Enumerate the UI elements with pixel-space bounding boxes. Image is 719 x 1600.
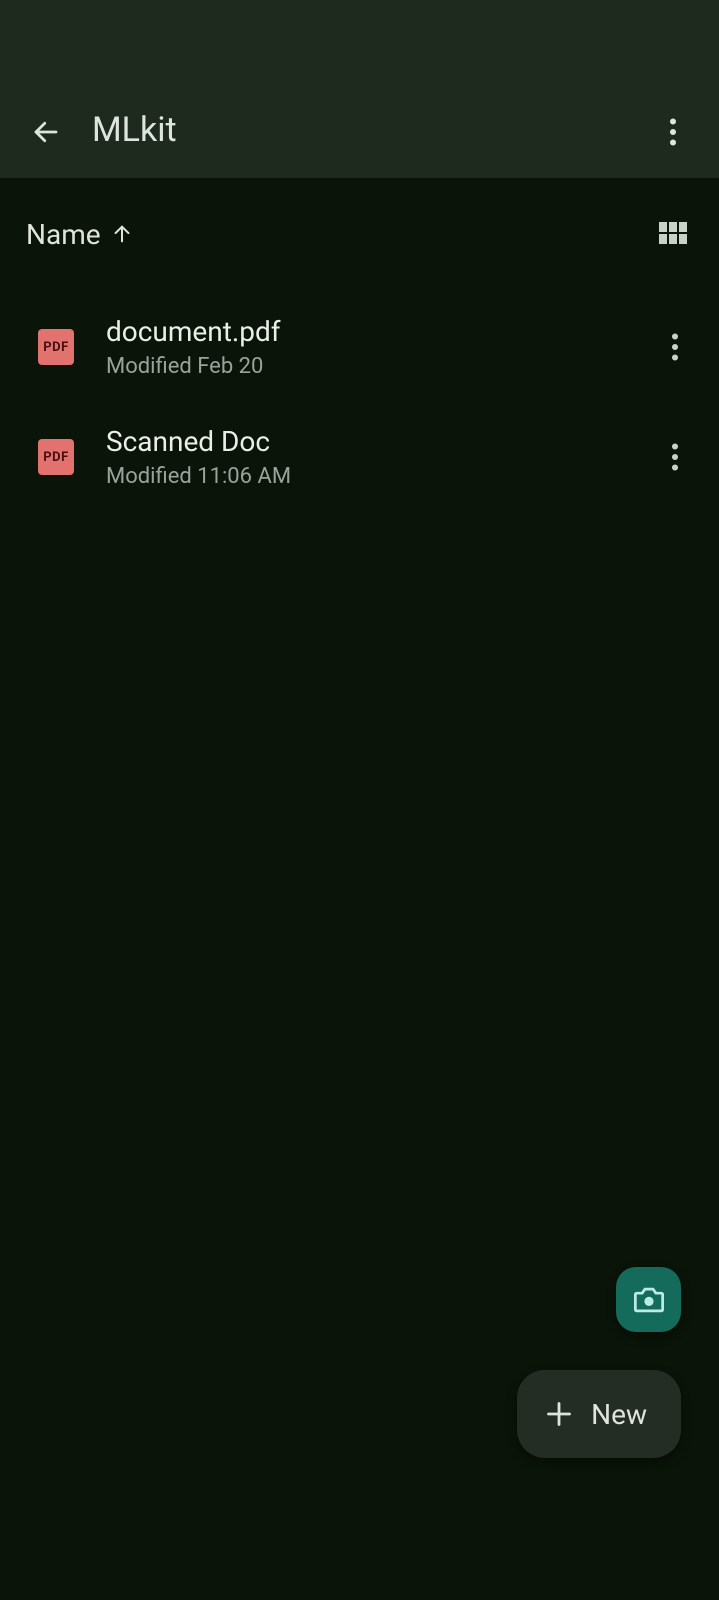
app-bar: MLkit bbox=[0, 0, 719, 178]
back-button[interactable] bbox=[28, 114, 64, 150]
file-info: Scanned Doc Modified 11:06 AM bbox=[106, 425, 655, 489]
header-more-button[interactable] bbox=[655, 114, 691, 150]
file-name: document.pdf bbox=[106, 315, 655, 348]
camera-scan-button[interactable] bbox=[616, 1267, 681, 1332]
view-toggle-button[interactable] bbox=[655, 216, 691, 252]
page-title: MLkit bbox=[92, 110, 655, 150]
more-vertical-icon bbox=[669, 118, 677, 146]
plus-icon bbox=[545, 1400, 573, 1428]
list-item[interactable]: PDF document.pdf Modified Feb 20 bbox=[0, 292, 719, 402]
more-vertical-icon bbox=[671, 333, 679, 361]
pdf-icon: PDF bbox=[38, 329, 74, 365]
file-name: Scanned Doc bbox=[106, 425, 655, 458]
more-vertical-icon bbox=[671, 443, 679, 471]
arrow-left-icon bbox=[31, 117, 61, 147]
file-more-button[interactable] bbox=[655, 327, 695, 367]
sort-direction-button[interactable] bbox=[111, 223, 133, 245]
arrow-up-icon bbox=[111, 223, 133, 245]
file-list: PDF document.pdf Modified Feb 20 PDF Sca… bbox=[0, 280, 719, 524]
new-button-label: New bbox=[591, 1398, 647, 1431]
sort-row: Name bbox=[0, 178, 719, 280]
sort-label[interactable]: Name bbox=[26, 218, 101, 251]
grid-view-icon bbox=[659, 222, 687, 246]
file-modified: Modified 11:06 AM bbox=[106, 464, 655, 489]
new-button[interactable]: New bbox=[517, 1370, 681, 1458]
file-info: document.pdf Modified Feb 20 bbox=[106, 315, 655, 379]
file-more-button[interactable] bbox=[655, 437, 695, 477]
camera-icon bbox=[632, 1285, 666, 1315]
pdf-icon: PDF bbox=[38, 439, 74, 475]
file-modified: Modified Feb 20 bbox=[106, 354, 655, 379]
list-item[interactable]: PDF Scanned Doc Modified 11:06 AM bbox=[0, 402, 719, 512]
